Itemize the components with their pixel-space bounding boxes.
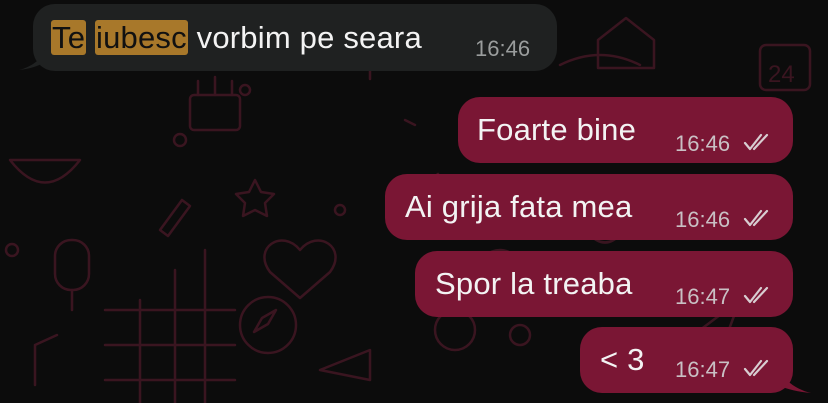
- read-double-check-icon: [743, 359, 769, 377]
- message-time: 16:46: [675, 131, 731, 156]
- message-outgoing[interactable]: Foarte bine 16:46: [458, 97, 793, 163]
- message-outgoing[interactable]: Ai grija fata mea 16:46: [385, 174, 793, 240]
- search-highlight: Te: [51, 19, 87, 55]
- read-double-check-icon: [743, 286, 769, 304]
- outgoing-bubble-tail: [780, 372, 811, 393]
- message-outgoing[interactable]: Spor la treaba 16:47: [415, 251, 793, 317]
- incoming-bubble-tail: [19, 50, 45, 70]
- svg-text:24: 24: [768, 61, 795, 88]
- message-outgoing[interactable]: < 3 16:47: [580, 327, 793, 393]
- message-time: 16:47: [675, 284, 731, 309]
- read-double-check-icon: [743, 209, 769, 227]
- message-text: < 3: [600, 342, 645, 377]
- message-text: Spor la treaba: [435, 266, 633, 301]
- message-time: 16:46: [675, 207, 731, 232]
- read-double-check-icon: [743, 133, 769, 151]
- message-text: Te iubesc vorbim pe seara: [51, 19, 422, 56]
- message-time: 16:47: [675, 357, 731, 382]
- message-text-rest: vorbim pe seara: [196, 19, 422, 55]
- message-text: Foarte bine: [477, 112, 637, 147]
- search-highlight: iubesc: [94, 19, 188, 55]
- message-time: 16:46: [475, 36, 531, 61]
- message-text: Ai grija fata mea: [405, 189, 633, 224]
- message-incoming[interactable]: Te iubesc vorbim pe seara 16:46: [33, 4, 557, 71]
